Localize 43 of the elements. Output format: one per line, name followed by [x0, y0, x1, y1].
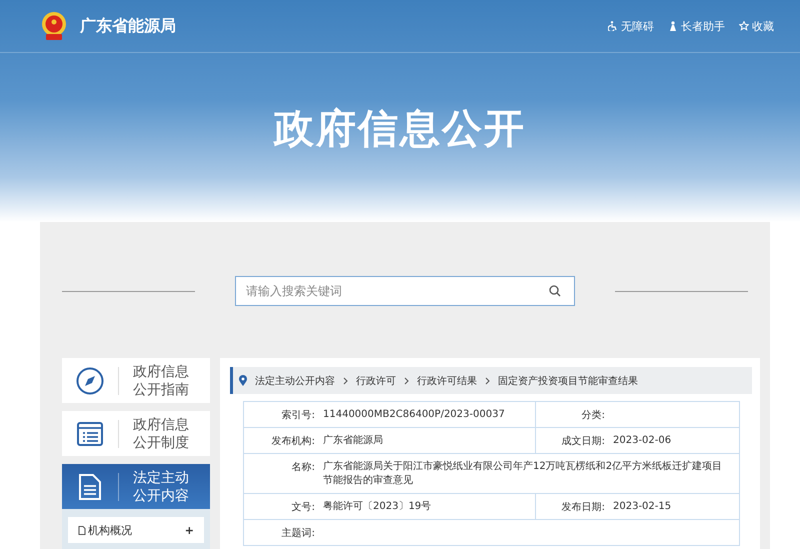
field-label: 成文日期: [562, 436, 605, 447]
field-label: 文号: [292, 502, 315, 513]
field-label: 名称: [292, 462, 315, 473]
site-name: 广东省能源局 [80, 16, 176, 36]
person-icon [668, 21, 678, 31]
chevron-icon [404, 376, 409, 384]
emblem-icon [40, 11, 68, 41]
field-value: 粤能许可〔2023〕19号 [323, 501, 432, 512]
field-value: 2023-02-15 [613, 501, 672, 512]
field-label: 发布日期: [562, 502, 605, 513]
sidebar-item[interactable]: 政府信息公开制度 [62, 411, 210, 456]
compass-icon [76, 366, 104, 394]
field-value: 11440000MB2C86400P/2023-00037 [323, 409, 505, 420]
expand-toggle[interactable]: + [184, 524, 194, 536]
field-label: 主题词: [282, 528, 315, 539]
breadcrumb-link[interactable]: 法定主动公开内容 [255, 374, 335, 388]
sidebar-item[interactable]: 政府信息公开指南 [62, 358, 210, 403]
submenu-label: 机构概况 [88, 522, 132, 538]
field-value: 广东省能源局关于阳江市豪悦纸业有限公司年产12万吨瓦楞纸和2亿平方米纸板迁扩建项目节能报告的审查意见 [323, 461, 722, 486]
chevron-icon [485, 376, 490, 384]
wheelchair-icon [608, 21, 618, 31]
header-link[interactable]: 长者助手 [668, 18, 725, 34]
star-icon [739, 21, 749, 31]
field-label: 分类: [582, 410, 605, 421]
breadcrumb-link[interactable]: 行政许可结果 [417, 374, 477, 388]
document-icon [78, 526, 86, 534]
banner-title: 政府信息公开 [272, 105, 527, 154]
location-pin-icon [239, 375, 247, 386]
field-label: 发布机构: [272, 436, 315, 447]
sidebar-item[interactable]: 法定主动公开内容 [62, 464, 210, 509]
chevron-icon [343, 376, 348, 384]
breadcrumb-link[interactable]: 固定资产投资项目节能审查结果 [498, 374, 638, 388]
list-icon [76, 420, 104, 446]
search-field[interactable]: 请输入搜索关键词 [235, 276, 575, 306]
field-value: 2023-02-06 [613, 435, 672, 446]
header-link[interactable]: 无障碍 [608, 18, 654, 34]
header-link[interactable]: 收藏 [739, 18, 774, 34]
field-label: 索引号: [282, 410, 315, 421]
document-icon [78, 472, 102, 500]
submenu-item[interactable]: 机构概况 + [68, 517, 204, 543]
field-value: 广东省能源局 [323, 435, 383, 446]
breadcrumb-link[interactable]: 行政许可 [356, 374, 396, 388]
search-icon[interactable] [549, 285, 561, 297]
